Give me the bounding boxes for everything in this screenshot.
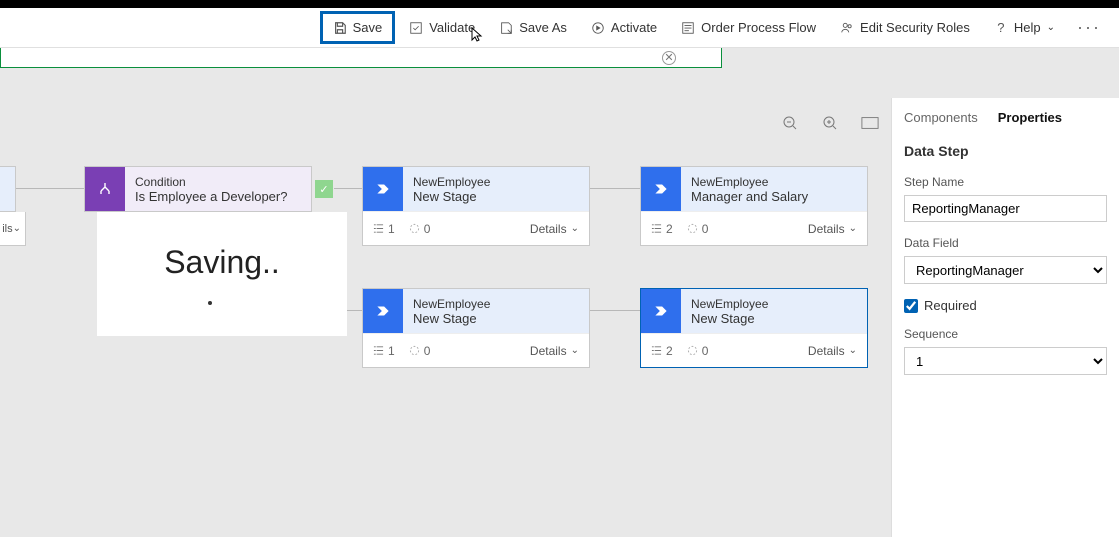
save-icon <box>333 21 347 35</box>
step-name-label: Step Name <box>904 175 1107 189</box>
toolbar: Save Validate Save As Activate Order Pro… <box>0 8 1119 48</box>
node-title: NewEmployee <box>691 297 857 311</box>
details-toggle[interactable]: Details⌄ <box>530 344 579 358</box>
flow-canvas[interactable]: ils ⌄ Condition Is Employee a Developer?… <box>0 68 891 537</box>
condition-node[interactable]: Condition Is Employee a Developer? <box>84 166 312 212</box>
chevron-down-icon: ⌄ <box>849 345 857 356</box>
help-label: Help <box>1014 20 1041 35</box>
branch-count: 0 <box>409 344 431 358</box>
step-count: 2 <box>651 222 673 236</box>
panel-heading: Data Step <box>904 143 1107 159</box>
node-subtitle: New Stage <box>413 311 579 326</box>
zoom-in-button[interactable] <box>821 114 839 132</box>
tab-components[interactable]: Components <box>904 110 978 129</box>
node-subtitle: Is Employee a Developer? <box>135 189 301 204</box>
save-as-icon <box>499 21 513 35</box>
condition-true-badge: ✓ <box>315 180 333 198</box>
roles-label: Edit Security Roles <box>860 20 970 35</box>
activate-icon <box>591 21 605 35</box>
node-title: NewEmployee <box>413 175 579 189</box>
order-process-flow-button[interactable]: Order Process Flow <box>671 14 826 41</box>
node-title: NewEmployee <box>413 297 579 311</box>
zoom-out-button[interactable] <box>781 114 799 132</box>
save-as-button[interactable]: Save As <box>489 14 577 41</box>
more-button[interactable]: ··· <box>1069 13 1109 42</box>
roles-icon <box>840 21 854 35</box>
stage-node-b[interactable]: NewEmployee Manager and Salary 2 0 D <box>640 166 868 246</box>
fit-to-screen-button[interactable] <box>861 114 879 132</box>
status-bar: ✕ <box>0 48 722 68</box>
stage-node-a[interactable]: NewEmployee New Stage 1 0 Details⌄ <box>362 166 590 246</box>
stage-node-partial-footer: ils ⌄ <box>0 212 26 246</box>
stage-icon <box>363 167 403 211</box>
data-field-label: Data Field <box>904 236 1107 250</box>
node-title: NewEmployee <box>691 175 857 189</box>
details-toggle[interactable]: Details⌄ <box>808 222 857 236</box>
order-label: Order Process Flow <box>701 20 816 35</box>
stage-node-c[interactable]: NewEmployee New Stage 1 0 Details⌄ <box>362 288 590 368</box>
branch-count: 0 <box>687 222 709 236</box>
branch-count: 0 <box>687 344 709 358</box>
sequence-select[interactable]: 1 <box>904 347 1107 375</box>
chevron-down-icon: ⌄ <box>571 223 579 234</box>
activate-button[interactable]: Activate <box>581 14 667 41</box>
chevron-down-icon: ⌄ <box>849 223 857 234</box>
branch-count: 0 <box>409 222 431 236</box>
stage-node-partial <box>0 166 16 212</box>
save-label: Save <box>353 20 383 35</box>
step-count: 2 <box>651 344 673 358</box>
step-count: 1 <box>373 222 395 236</box>
properties-panel: Components Properties Data Step Step Nam… <box>891 98 1119 537</box>
required-checkbox[interactable] <box>904 299 918 313</box>
step-count: 1 <box>373 344 395 358</box>
validate-label: Validate <box>429 20 475 35</box>
saving-spinner <box>208 301 212 305</box>
stage-node-d[interactable]: NewEmployee New Stage 2 0 Details⌄ <box>640 288 868 368</box>
sequence-label: Sequence <box>904 327 1107 341</box>
chevron-down-icon: ⌄ <box>13 223 21 234</box>
help-button[interactable]: ? Help ⌄ <box>984 14 1065 41</box>
order-icon <box>681 21 695 35</box>
step-name-input[interactable] <box>904 195 1107 222</box>
chevron-down-icon: ⌄ <box>571 345 579 356</box>
branch-icon <box>85 167 125 211</box>
activate-label: Activate <box>611 20 657 35</box>
saving-text: Saving.. <box>164 244 280 281</box>
validate-icon <box>409 21 423 35</box>
node-subtitle: New Stage <box>413 189 579 204</box>
tab-properties[interactable]: Properties <box>998 110 1062 129</box>
data-field-select[interactable]: ReportingManager <box>904 256 1107 284</box>
node-subtitle: New Stage <box>691 311 857 326</box>
node-title: Condition <box>135 175 301 189</box>
chevron-down-icon: ⌄ <box>1047 22 1055 33</box>
edit-security-roles-button[interactable]: Edit Security Roles <box>830 14 980 41</box>
validate-button[interactable]: Validate <box>399 14 485 41</box>
stage-icon <box>641 167 681 211</box>
save-as-label: Save As <box>519 20 567 35</box>
saving-overlay: Saving.. <box>97 212 347 336</box>
stage-icon <box>363 289 403 333</box>
help-icon: ? <box>994 21 1008 35</box>
node-subtitle: Manager and Salary <box>691 189 857 204</box>
details-toggle[interactable]: Details⌄ <box>530 222 579 236</box>
save-button[interactable]: Save <box>320 11 396 44</box>
required-label: Required <box>924 298 977 313</box>
stage-icon <box>641 289 681 333</box>
details-toggle[interactable]: Details⌄ <box>808 344 857 358</box>
partial-details-text: ils <box>2 223 12 235</box>
close-icon[interactable]: ✕ <box>662 51 676 65</box>
